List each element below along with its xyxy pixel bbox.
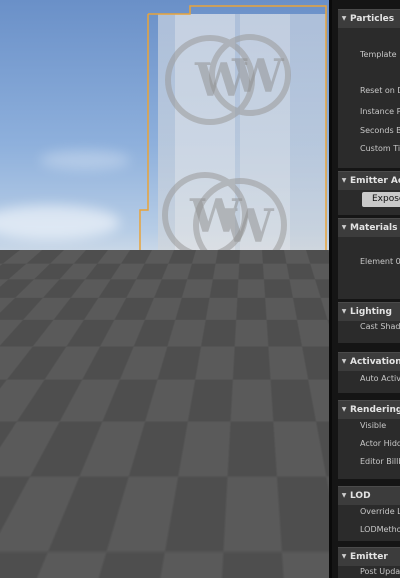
expose-parameter-button[interactable]: Expose bbox=[362, 192, 400, 207]
collapse-arrow-icon: ▼ bbox=[341, 358, 347, 365]
prop-template[interactable]: Template bbox=[338, 50, 400, 59]
collapse-arrow-icon: ▼ bbox=[341, 177, 347, 184]
section-activation: Auto Activa bbox=[338, 371, 400, 393]
gizmo-plane-handle[interactable] bbox=[310, 512, 318, 520]
collapse-arrow-icon: ▼ bbox=[341, 224, 347, 231]
prop-editor-billboard-scale[interactable]: Editor Billb bbox=[338, 457, 400, 466]
prop-override-lod-method[interactable]: Override L bbox=[338, 507, 400, 516]
scene-overlay: W W W W W W W W Pan bbox=[103, 5, 327, 578]
section-emitter: Post Upda bbox=[338, 566, 400, 578]
section-header-rendering[interactable]: ▼ Rendering bbox=[338, 400, 400, 419]
collapse-arrow-icon: ▼ bbox=[341, 492, 347, 499]
gizmo-center[interactable] bbox=[291, 528, 299, 536]
section-header-lighting[interactable]: ▼ Lighting bbox=[338, 302, 400, 321]
section-particles: Template Reset on D Instance P Seconds B… bbox=[338, 28, 400, 168]
prop-instance-parameters[interactable]: Instance P bbox=[338, 107, 400, 116]
section-header-particles[interactable]: ▼ Particles bbox=[338, 9, 400, 28]
prop-seconds-before-inactive[interactable]: Seconds B bbox=[338, 126, 400, 135]
section-emitter-actions: Expose bbox=[338, 190, 400, 215]
prop-custom-time-dilation[interactable]: Custom Ti bbox=[338, 144, 400, 153]
svg-text:W: W bbox=[211, 303, 265, 357]
section-header-materials[interactable]: ▼ Materials bbox=[338, 218, 400, 237]
section-header-emitter[interactable]: ▼ Emitter bbox=[338, 547, 400, 566]
details-panel: ▼ Particles Template Reset on D Instance … bbox=[329, 0, 400, 578]
svg-text:W: W bbox=[227, 393, 281, 447]
collapse-arrow-icon: ▼ bbox=[341, 406, 347, 413]
section-header-lod[interactable]: ▼ LOD bbox=[338, 486, 400, 505]
section-lighting: Cast Shado bbox=[338, 321, 400, 343]
particle-system-effect[interactable]: W W W W W W W W bbox=[154, 14, 326, 538]
collapse-arrow-icon: ▼ bbox=[341, 308, 347, 315]
section-materials: Element 0 bbox=[338, 237, 400, 299]
section-lod: Override L LODMetho bbox=[338, 505, 400, 541]
prop-lod-method[interactable]: LODMetho bbox=[338, 525, 400, 534]
prop-auto-activate[interactable]: Auto Activa bbox=[338, 374, 400, 383]
pan-label: Pan bbox=[194, 549, 213, 560]
level-viewport[interactable]: W W W W W W W W Pan bbox=[0, 0, 329, 578]
collapse-arrow-icon: ▼ bbox=[341, 15, 347, 22]
section-header-activation[interactable]: ▼ Activation bbox=[338, 352, 400, 371]
prop-reset-on-deactivate[interactable]: Reset on D bbox=[338, 86, 400, 95]
prop-visible[interactable]: Visible bbox=[338, 421, 400, 430]
svg-text:W: W bbox=[231, 49, 285, 103]
prop-element-0[interactable]: Element 0 bbox=[338, 257, 400, 266]
section-header-emitter-actions[interactable]: ▼Emitter Act bbox=[338, 171, 400, 190]
svg-text:W: W bbox=[221, 199, 275, 253]
collapse-arrow-icon: ▼ bbox=[341, 553, 347, 560]
prop-actor-hidden-in-game[interactable]: Actor Hidd bbox=[338, 439, 400, 448]
prop-post-update[interactable]: Post Upda bbox=[338, 567, 400, 576]
prop-cast-shadow[interactable]: Cast Shado bbox=[338, 322, 400, 331]
section-rendering: Visible Actor Hidd Editor Billb bbox=[338, 419, 400, 479]
